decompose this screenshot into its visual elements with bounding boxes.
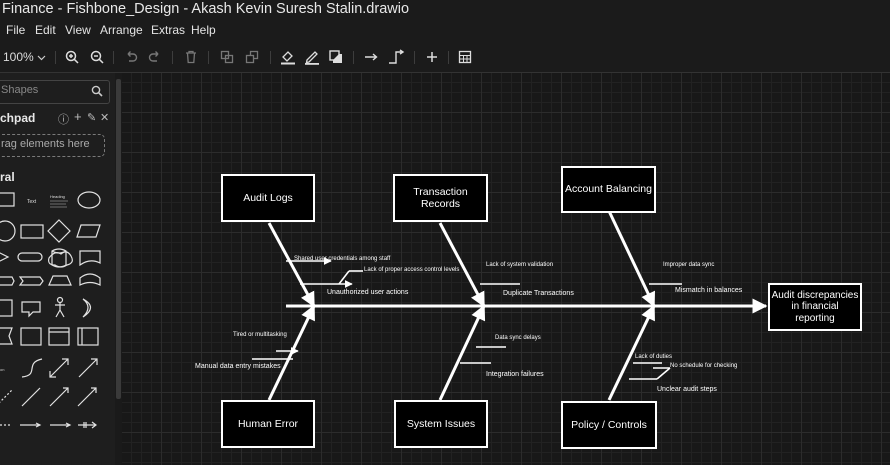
- category-human-error[interactable]: Human Error: [221, 400, 315, 448]
- waypoint-icon: [389, 49, 405, 64]
- redo-button[interactable]: [146, 48, 164, 66]
- bone-audit-logs: [267, 222, 316, 308]
- edit-icon[interactable]: ✎: [87, 111, 96, 124]
- cause-sync-delays[interactable]: Data sync delays: [495, 335, 541, 341]
- cause-improper-sync[interactable]: Improper data sync: [663, 262, 714, 268]
- menu-help[interactable]: Help: [191, 23, 216, 37]
- category-system-issues[interactable]: System Issues: [394, 400, 488, 448]
- plus-icon: [427, 52, 437, 62]
- undo-icon: [127, 51, 138, 62]
- arrow-right-icon: [365, 53, 378, 61]
- scratchpad-title[interactable]: chpad: [0, 111, 35, 125]
- scrollbar-thumb[interactable]: [116, 79, 121, 399]
- shape-text-label: Text: [27, 199, 37, 205]
- connection-button[interactable]: [362, 48, 382, 66]
- insert-button[interactable]: [423, 48, 441, 66]
- pencil-icon: [305, 51, 319, 65]
- zoom-dropdown[interactable]: 100%: [3, 48, 47, 66]
- trash-icon: [186, 50, 196, 64]
- cause-mismatch-balances[interactable]: Mismatch in balances: [675, 287, 742, 294]
- cause-shared-credentials[interactable]: Shared user credentials among staff: [294, 256, 390, 262]
- zoom-out-icon: [90, 50, 104, 64]
- to-back-icon: [245, 50, 259, 64]
- cause-access-control[interactable]: Lack of proper access control levels: [364, 267, 459, 273]
- category-account-balancing[interactable]: Account Balancing: [561, 166, 656, 213]
- general-section-title[interactable]: ral: [0, 170, 15, 184]
- cause-unauthorized-actions[interactable]: Unauthorized user actions: [327, 289, 408, 296]
- menu-extras[interactable]: Extras: [151, 23, 185, 37]
- search-icon[interactable]: [91, 85, 103, 97]
- to-back-button[interactable]: [243, 48, 261, 66]
- table-button[interactable]: [456, 48, 474, 66]
- sidebar-scrollbar[interactable]: [115, 73, 122, 465]
- zoom-level: 100%: [3, 50, 34, 64]
- shape-palette[interactable]: Text Heading on: [0, 185, 115, 465]
- line-color-button[interactable]: [303, 48, 321, 66]
- cause-lack-duties[interactable]: Lack of duties: [635, 354, 672, 360]
- cause-duplicate-transactions[interactable]: Duplicate Transactions: [503, 290, 574, 297]
- shape-search-placeholder: Shapes: [1, 84, 39, 96]
- table-icon: [458, 50, 472, 64]
- shapes-sidebar: Shapes chpad ⓘ + ✎ ✕ rag elements here r…: [0, 73, 116, 465]
- menu-arrange[interactable]: Arrange: [100, 23, 143, 37]
- bone-account-balancing: [607, 210, 656, 308]
- shape-search-input[interactable]: Shapes: [0, 80, 110, 104]
- redo-icon: [148, 51, 159, 62]
- bone-transaction-records: [438, 222, 486, 308]
- cause-no-schedule[interactable]: No schedule for checking: [670, 363, 737, 369]
- fill-color-icon: [281, 51, 295, 65]
- category-transaction-records[interactable]: Transaction Records: [393, 174, 488, 222]
- to-front-icon: [220, 50, 234, 64]
- toolbar: 100%: [0, 42, 890, 73]
- zoom-in-button[interactable]: [63, 48, 81, 66]
- to-front-button[interactable]: [218, 48, 236, 66]
- drag-hint: rag elements here: [1, 138, 90, 150]
- bone-policy-controls: [607, 304, 656, 401]
- title-bar: Finance - Fishbone_Design - Akash Kevin …: [0, 0, 890, 20]
- cause-unclear-steps[interactable]: Unclear audit steps: [657, 386, 717, 393]
- plus-icon[interactable]: +: [74, 109, 82, 124]
- menu-bar: File Edit View Arrange Extras Help: [0, 20, 890, 42]
- cause-system-validation[interactable]: Lack of system validation: [486, 262, 553, 268]
- shadow-icon: [329, 50, 342, 63]
- bone-system-issues: [438, 304, 486, 401]
- category-policy-controls[interactable]: Policy / Controls: [561, 401, 657, 449]
- scratchpad-drop-area[interactable]: rag elements here: [0, 134, 105, 157]
- close-icon[interactable]: ✕: [100, 111, 109, 124]
- menu-view[interactable]: View: [65, 23, 91, 37]
- cause-tired-multitasking[interactable]: Tired or multitasking: [233, 332, 287, 338]
- window-title: Finance - Fishbone_Design - Akash Kevin …: [2, 1, 410, 17]
- cause-manual-entry[interactable]: Manual data entry mistakes: [195, 363, 281, 370]
- undo-button[interactable]: [122, 48, 140, 66]
- cause-integration-failures[interactable]: Integration failures: [486, 371, 544, 378]
- zoom-in-icon: [65, 50, 79, 64]
- waypoints-button[interactable]: [387, 48, 407, 66]
- chevron-down-icon: [37, 55, 46, 60]
- fill-color-button[interactable]: [279, 48, 297, 66]
- category-audit-logs[interactable]: Audit Logs: [221, 174, 315, 222]
- shadow-button[interactable]: [327, 48, 345, 66]
- delete-button[interactable]: [182, 48, 200, 66]
- bone-human-error: [267, 304, 316, 401]
- effect-box[interactable]: Audit discrepancies in financial reporti…: [768, 283, 862, 331]
- menu-file[interactable]: File: [6, 23, 25, 37]
- shape-section-label: tion: [0, 367, 4, 372]
- help-icon[interactable]: ⓘ: [58, 111, 69, 127]
- diagram-canvas[interactable]: Audit Logs Transaction Records Account B…: [122, 73, 890, 465]
- zoom-out-button[interactable]: [88, 48, 106, 66]
- menu-edit[interactable]: Edit: [35, 23, 56, 37]
- shape-heading-label: Heading: [50, 194, 65, 199]
